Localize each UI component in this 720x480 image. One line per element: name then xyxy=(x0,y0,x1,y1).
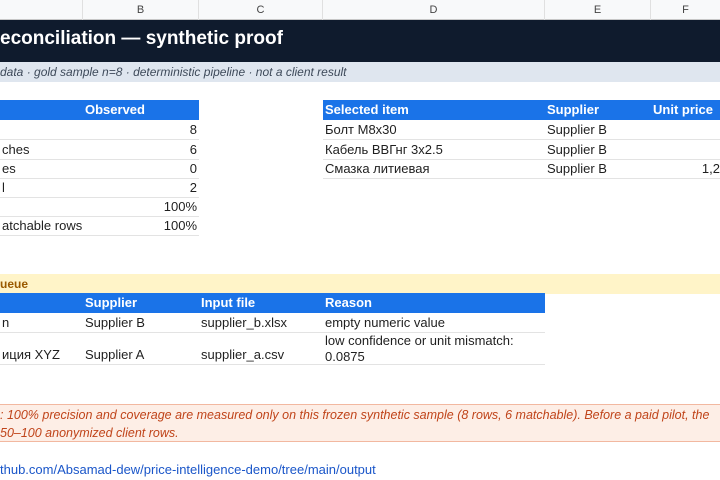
selected-item-supplier[interactable]: Supplier B xyxy=(545,159,651,179)
metric-value[interactable]: 8 xyxy=(83,120,199,140)
queue-item-file[interactable]: supplier_b.xlsx xyxy=(199,313,323,333)
selected-item-supplier[interactable]: Supplier B xyxy=(545,120,651,140)
selected-item-price[interactable] xyxy=(651,120,720,140)
selected-item-name[interactable]: Болт М8х30 xyxy=(323,120,545,140)
metrics-header-observed[interactable]: Observed xyxy=(83,100,199,120)
queue-reason-line: 0.0875 xyxy=(325,349,365,364)
column-header-c[interactable]: C xyxy=(199,0,323,20)
queue-item-name[interactable]: n xyxy=(0,313,83,333)
metric-label[interactable]: es xyxy=(0,159,83,179)
queue-item-name[interactable]: иция XYZ xyxy=(0,333,83,365)
selected-item-name[interactable]: Кабель ВВГнг 3х2.5 xyxy=(323,140,545,160)
metric-label[interactable] xyxy=(0,120,83,140)
metrics-header-metric[interactable] xyxy=(0,100,83,120)
queue-item-reason[interactable]: empty numeric value xyxy=(323,313,545,333)
output-link[interactable]: thub.com/Absamad-dew/price-intelligence-… xyxy=(0,462,376,477)
queue-item-supplier[interactable]: Supplier A xyxy=(83,333,199,365)
queue-header-item[interactable] xyxy=(0,293,83,313)
queue-item-reason[interactable]: low confidence or unit mismatch: 0.0875 xyxy=(323,333,545,365)
queue-item-file[interactable]: supplier_a.csv xyxy=(199,333,323,365)
column-header-bar: B C D E F xyxy=(0,0,720,20)
note-line-2[interactable]: 50–100 anonymized client rows. xyxy=(0,426,179,440)
metric-label[interactable]: l xyxy=(0,178,83,198)
metric-label[interactable]: ches xyxy=(0,140,83,160)
metric-value[interactable]: 100% xyxy=(83,216,199,236)
queue-header-supplier[interactable]: Supplier xyxy=(83,293,199,313)
selected-item-supplier[interactable]: Supplier B xyxy=(545,140,651,160)
sheet-subtitle[interactable]: data · gold sample n=8 · deterministic p… xyxy=(0,65,347,79)
sheet-title[interactable]: econciliation — synthetic proof xyxy=(0,28,283,50)
queue-reason-line: low confidence or unit mismatch: xyxy=(325,333,514,348)
selected-header-item[interactable]: Selected item xyxy=(323,100,545,120)
queue-title[interactable]: ueue xyxy=(0,277,28,291)
metric-value[interactable]: 0 xyxy=(83,159,199,179)
column-header-e[interactable]: E xyxy=(545,0,651,20)
metric-value[interactable]: 6 xyxy=(83,140,199,160)
selected-item-price[interactable]: 1,2 xyxy=(651,159,720,179)
queue-band xyxy=(0,274,720,294)
selected-header-unit-price[interactable]: Unit price xyxy=(651,100,720,120)
selected-header-supplier[interactable]: Supplier xyxy=(545,100,651,120)
selected-item-name[interactable]: Смазка литиевая xyxy=(323,159,545,179)
metric-value[interactable]: 100% xyxy=(83,197,199,217)
column-header-d[interactable]: D xyxy=(323,0,545,20)
queue-header-input-file[interactable]: Input file xyxy=(199,293,323,313)
selected-item-price[interactable] xyxy=(651,140,720,160)
column-header-f[interactable]: F xyxy=(651,0,720,20)
metric-label[interactable]: atchable rows xyxy=(0,216,83,236)
queue-item-supplier[interactable]: Supplier B xyxy=(83,313,199,333)
note-line-1[interactable]: : 100% precision and coverage are measur… xyxy=(0,408,709,422)
metric-value[interactable]: 2 xyxy=(83,178,199,198)
column-header-a[interactable] xyxy=(0,0,83,20)
metric-label[interactable] xyxy=(0,197,83,217)
column-header-b[interactable]: B xyxy=(83,0,199,20)
queue-header-reason[interactable]: Reason xyxy=(323,293,545,313)
